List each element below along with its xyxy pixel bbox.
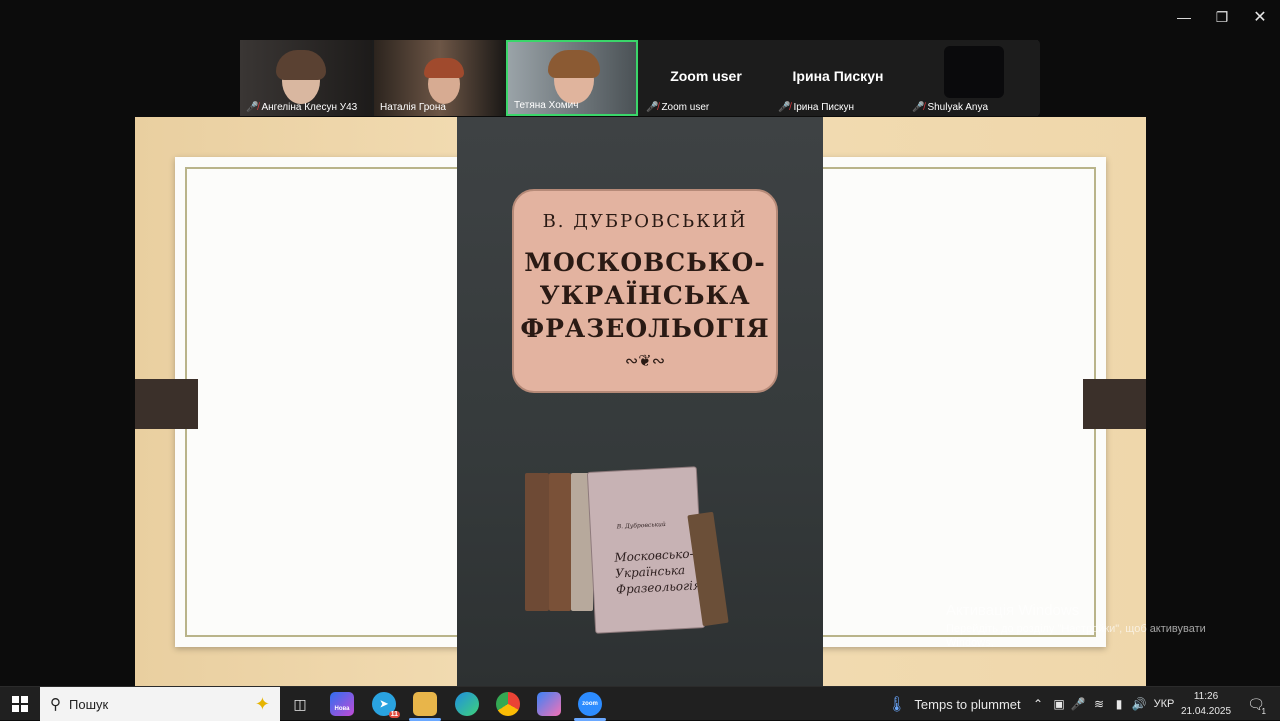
slide-panel-left — [175, 157, 475, 647]
participant-video — [276, 50, 326, 80]
minimize-icon[interactable]: — — [1165, 0, 1203, 34]
copilot-app-icon[interactable]: Нова — [330, 692, 354, 716]
language-indicator[interactable]: УКР — [1152, 687, 1176, 721]
mic-muted-icon: 🎤̸ — [246, 102, 259, 113]
book-title-plate: В. ДУБРОВСЬКИЙ МОСКОВСЬКО- УКРАЇНСЬКА ФР… — [512, 189, 778, 393]
participant-tile[interactable]: Ірина Пискун 🎤̸ Ірина Пискун — [772, 40, 904, 116]
participant-tile[interactable]: Наталія Грона — [374, 40, 506, 116]
taskbar-search[interactable]: ⚲ Пошук ✦ — [40, 687, 280, 721]
copilot-icon[interactable] — [537, 692, 561, 716]
book-cover-image: В. ДУБРОВСЬКИЙ МОСКОВСЬКО- УКРАЇНСЬКА ФР… — [457, 117, 823, 686]
volume-icon[interactable]: 🔊 — [1130, 687, 1148, 721]
book-author: В. ДУБРОВСЬКИЙ — [542, 211, 748, 232]
search-icon: ⚲ — [50, 696, 61, 713]
mic-muted-icon: 🎤̸ — [912, 102, 925, 113]
participant-strip: 🎤̸ Ангеліна Клесун У43 Наталія Грона Тетя… — [240, 40, 1040, 116]
participant-tile[interactable]: 🎤̸ Ангеліна Клесун У43 — [240, 40, 372, 116]
taskbar: ⚲ Пошук ✦ ◫ Нова ➤ 11 zoom 🌡 Temps to pl… — [0, 686, 1280, 721]
chrome-icon[interactable] — [496, 692, 520, 716]
thermometer-icon: 🌡 — [887, 696, 907, 713]
windows-icon — [12, 696, 28, 712]
active-speaker-tile[interactable]: Тетяна Хомич — [506, 40, 638, 116]
participant-name: Тетяна Хомич — [514, 100, 579, 111]
edge-icon[interactable] — [455, 692, 479, 716]
sparkle-icon[interactable]: ✦ — [255, 694, 270, 715]
meet-icon[interactable]: ▣ — [1050, 687, 1068, 721]
participant-display-name: Zoom user — [670, 68, 742, 84]
close-icon[interactable]: ✕ — [1241, 0, 1279, 34]
wifi-icon[interactable]: ≋ — [1090, 687, 1108, 721]
slide-tab-left — [135, 379, 198, 429]
small-book: В. Дубровський Московсько- Українська Фр… — [586, 466, 706, 634]
search-placeholder: Пошук — [69, 696, 109, 712]
mic-muted-icon: 🎤̸ — [778, 102, 791, 113]
participant-tile[interactable]: 🎤̸ Shulyak Anya — [906, 40, 1038, 116]
microphone-icon[interactable]: 🎤 — [1070, 687, 1086, 721]
ornament-icon: ∾❦∾ — [624, 353, 666, 370]
participant-name: 🎤̸ Zoom user — [646, 102, 710, 113]
file-explorer-icon[interactable] — [413, 692, 437, 716]
slide-tab-right — [1083, 379, 1146, 429]
participant-name: 🎤̸ Ірина Пискун — [778, 102, 855, 113]
participant-video — [944, 46, 1004, 98]
notification-icon[interactable]: 🗨 1 — [1242, 687, 1270, 721]
restore-icon[interactable]: ❐ — [1203, 0, 1241, 34]
start-button[interactable] — [0, 687, 40, 721]
shared-screen: В. ДУБРОВСЬКИЙ МОСКОВСЬКО- УКРАЇНСЬКА ФР… — [135, 117, 1146, 686]
participant-name: 🎤̸ Shulyak Anya — [912, 102, 989, 113]
telegram-icon[interactable]: ➤ 11 — [372, 692, 400, 718]
book-spine — [549, 473, 571, 611]
participant-tile[interactable]: Zoom user 🎤̸ Zoom user — [640, 40, 772, 116]
windows-activation-watermark: Активація Windows Перейдіть до розділу "… — [946, 602, 1206, 649]
book-spine — [525, 473, 549, 611]
clock[interactable]: 11:26 21.04.2025 — [1178, 689, 1234, 719]
battery-icon[interactable]: ▮ — [1110, 687, 1128, 721]
participant-name: 🎤̸ Ангеліна Клесун У43 — [246, 102, 358, 113]
participant-video — [424, 58, 464, 78]
weather-widget[interactable]: 🌡 Temps to plummet — [884, 687, 1024, 721]
participant-display-name: Ірина Пискун — [792, 68, 884, 84]
zoom-window: — ❐ ✕ 🎤̸ Ангеліна Клесун У43 Наталія Грон… — [0, 0, 1280, 686]
mic-muted-icon: 🎤̸ — [646, 102, 659, 113]
slide-panel-right — [807, 157, 1106, 647]
task-view-icon[interactable]: ◫ — [286, 687, 314, 721]
participant-name: Наталія Грона — [380, 102, 446, 113]
chevron-up-icon[interactable]: ⌃ — [1030, 687, 1046, 721]
participant-video — [548, 50, 600, 78]
book-title: МОСКОВСЬКО- УКРАЇНСЬКА ФРАЗЕОЛЬОГІЯ — [520, 248, 770, 343]
zoom-icon[interactable]: zoom — [578, 692, 602, 716]
